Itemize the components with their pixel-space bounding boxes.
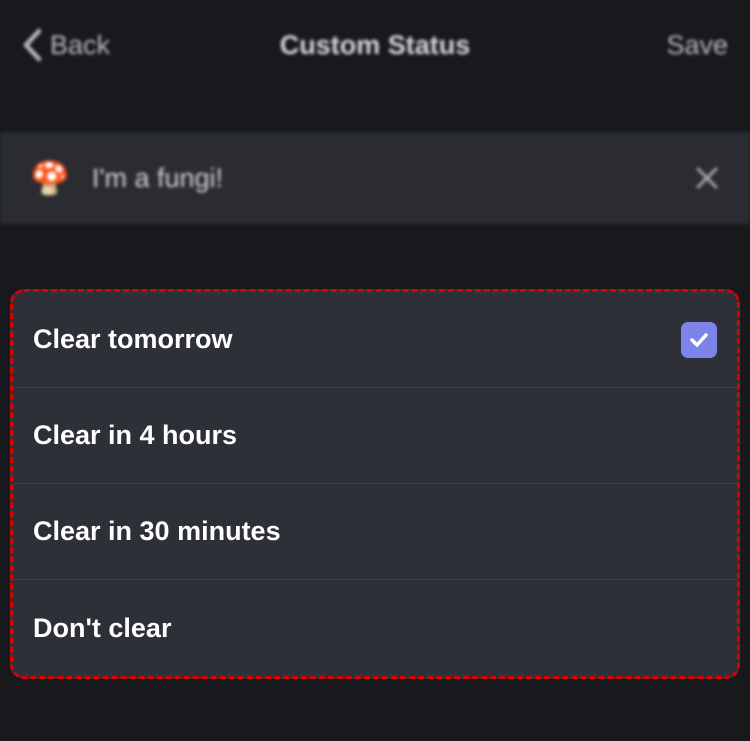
option-clear-30-minutes[interactable]: Clear in 30 minutes xyxy=(13,484,737,580)
close-icon[interactable] xyxy=(694,165,720,191)
option-clear-4-hours[interactable]: Clear in 4 hours xyxy=(13,388,737,484)
option-clear-tomorrow[interactable]: Clear tomorrow xyxy=(13,292,737,388)
status-text-input[interactable]: I'm a fungi! xyxy=(92,163,694,194)
status-input-row[interactable]: 🍄 I'm a fungi! xyxy=(0,132,750,224)
option-label: Clear tomorrow xyxy=(33,324,233,355)
page-title: Custom Status xyxy=(280,30,471,61)
checkbox-checked-icon xyxy=(681,322,717,358)
option-label: Clear in 30 minutes xyxy=(33,516,281,547)
option-label: Don't clear xyxy=(33,613,171,644)
back-button[interactable]: Back xyxy=(22,28,110,62)
back-label: Back xyxy=(50,30,110,61)
option-label: Clear in 4 hours xyxy=(33,420,237,451)
save-button[interactable]: Save xyxy=(666,30,728,61)
chevron-left-icon xyxy=(22,28,42,62)
header: Back Custom Status Save xyxy=(0,0,750,90)
clear-options-list: Clear tomorrow Clear in 4 hours Clear in… xyxy=(10,289,740,679)
option-dont-clear[interactable]: Don't clear xyxy=(13,580,737,676)
status-emoji[interactable]: 🍄 xyxy=(30,159,70,197)
